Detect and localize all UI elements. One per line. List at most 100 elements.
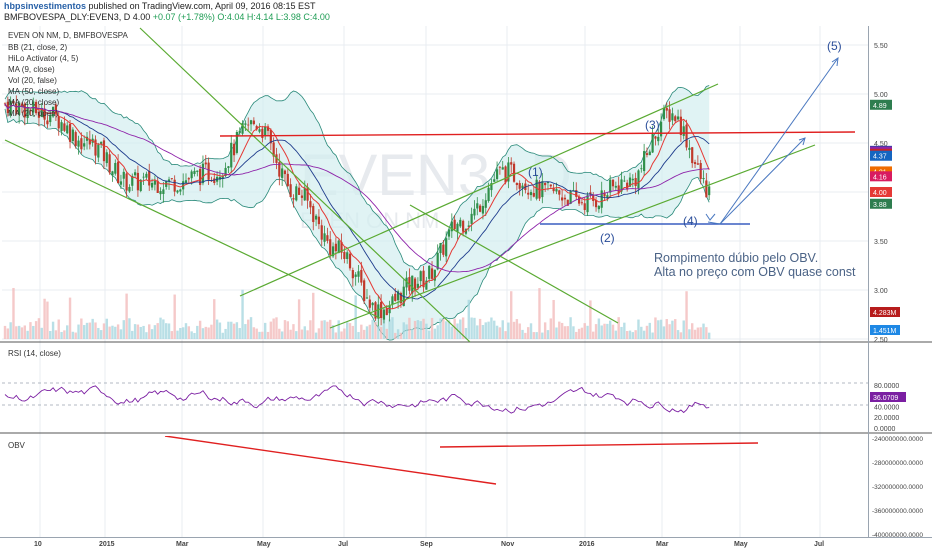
volume-bar <box>640 326 643 339</box>
volume-bar <box>159 317 162 339</box>
volume-bar <box>402 322 405 339</box>
volume-bar <box>580 327 584 339</box>
volume-bar <box>258 331 261 339</box>
legend-study-ma20-open[interactable]: MA (20, open) <box>8 109 59 118</box>
candle-body <box>289 184 292 197</box>
candle-body <box>348 253 352 269</box>
volume-bar <box>484 322 487 339</box>
volume-bar <box>150 329 154 339</box>
obv-downtrend-line[interactable] <box>164 436 497 485</box>
obv-axis[interactable]: -240000000.0000 -280000000.0000 -320000000… <box>872 436 923 539</box>
candle-body <box>498 166 501 168</box>
volume-bar <box>261 331 264 339</box>
volume-bar <box>617 317 620 339</box>
volume-bar <box>312 292 315 339</box>
obv-label[interactable]: OBV <box>8 441 26 450</box>
candle-body <box>283 170 287 175</box>
candle-body <box>685 124 688 148</box>
volume-bar <box>12 287 15 339</box>
candle-body <box>702 177 705 180</box>
candle-body <box>479 205 482 212</box>
volume-bar <box>476 325 479 339</box>
volume-bar <box>705 327 708 339</box>
volume-bar <box>241 289 244 339</box>
candle-body <box>346 252 349 260</box>
projection-path-a[interactable] <box>707 137 806 225</box>
legend-study-ma50[interactable]: MA (50, close) <box>8 87 59 96</box>
volume-bar <box>555 327 558 339</box>
candle-body <box>651 134 654 153</box>
rsi-axis[interactable]: 80.000060.000040.000020.00000.0000 <box>874 383 899 433</box>
volume-bar <box>651 332 654 339</box>
legend-study-vol[interactable]: Vol (20, false) <box>8 76 57 85</box>
rsi-label[interactable]: RSI (14, close) <box>8 349 61 358</box>
candle-body <box>207 162 210 180</box>
candle-body <box>447 229 451 237</box>
candle-body <box>354 274 357 277</box>
candle-body <box>292 198 295 200</box>
candle-body <box>298 187 301 195</box>
candle-body <box>261 128 264 138</box>
volume-bar <box>592 331 595 339</box>
candle-body <box>501 167 504 170</box>
volume-bar <box>659 319 663 339</box>
volume-bar <box>348 323 352 339</box>
time-tick-label: 10 <box>34 541 42 548</box>
candle-body <box>244 123 247 125</box>
volume-bar <box>541 332 544 339</box>
candle-body <box>136 172 140 191</box>
price-chart[interactable]: EVEN3 D EVEN ON NM (1) (2) (3) (4) <box>0 0 932 550</box>
volume-bar <box>625 331 629 339</box>
candle-body <box>708 186 711 196</box>
candle-body <box>46 120 49 125</box>
obv-flat-line[interactable] <box>439 442 759 448</box>
volume-bar <box>232 323 236 339</box>
candle-body <box>363 280 366 301</box>
volume-bar <box>249 317 253 339</box>
price-badge-text: 4.37 <box>873 154 887 161</box>
time-tick-label: May <box>257 541 271 548</box>
obv-tick-label: -360000000.0000 <box>872 508 923 515</box>
legend-study-ma9[interactable]: MA (9, close) <box>8 65 55 74</box>
volume-bar <box>263 322 267 339</box>
candle-body <box>428 265 431 279</box>
volume-badge-text: 4.283M <box>873 310 897 317</box>
candle-body <box>380 301 383 319</box>
candle-body <box>184 180 188 183</box>
volume-bar <box>575 331 578 339</box>
volume-bar <box>23 325 26 339</box>
candle-body <box>419 271 422 282</box>
obv-tick-label: -240000000.0000 <box>872 436 923 443</box>
volume-bar <box>691 323 694 339</box>
volume-bar <box>674 319 677 339</box>
volume-bar <box>696 327 700 339</box>
volume-bar <box>498 327 502 339</box>
volume-bar <box>396 329 400 339</box>
time-axis[interactable]: 10 2015 Mar May Jul Sep Nov 2016 Mar May Jul <box>34 541 824 548</box>
volume-bar <box>572 326 575 339</box>
volume-bar <box>552 299 555 339</box>
candle-body <box>481 205 485 214</box>
volume-bar <box>365 326 369 339</box>
candle-body <box>117 161 120 184</box>
legend-study-hilo[interactable]: HiLo Activator (4, 5) <box>8 54 79 63</box>
candle-body <box>314 215 318 220</box>
candle-body <box>654 136 657 139</box>
price-tick-label: 3.00 <box>874 288 888 295</box>
volume-bar <box>337 320 340 339</box>
legend-study-bb[interactable]: BB (21, close, 2) <box>8 43 67 52</box>
volume-bar <box>411 329 414 339</box>
volume-bar <box>286 321 289 339</box>
candle-body <box>201 163 205 184</box>
volume-bar <box>428 330 431 339</box>
legend-study-ma20-close[interactable]: MA (20, close) <box>8 98 59 107</box>
volume-bar <box>507 322 510 339</box>
candle-body <box>252 120 255 125</box>
volume-bar <box>235 322 239 339</box>
time-tick-label: Sep <box>420 541 433 548</box>
volume-bar <box>201 328 205 339</box>
candle-body <box>68 123 72 142</box>
volume-bar <box>620 326 623 339</box>
candle-body <box>679 116 682 136</box>
candle-body <box>631 178 634 181</box>
